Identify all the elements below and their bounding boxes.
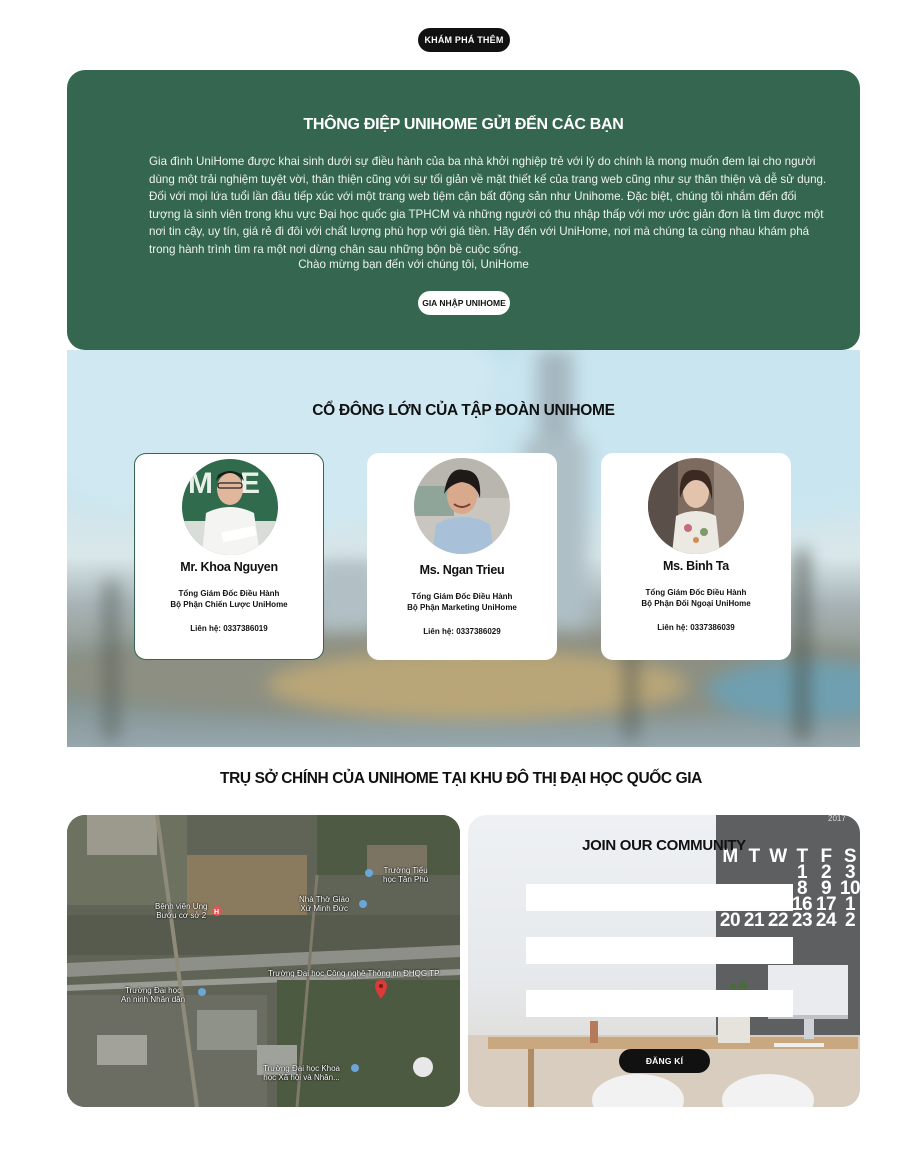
shareholders-title: CỔ ĐÔNG LỚN CỦA TẬP ĐOÀN UNIHOME (312, 402, 615, 419)
shareholder-name: Mr. Khoa Nguyen (180, 560, 278, 574)
role-line: Bộ Phận Đối Ngoại UniHome (641, 599, 751, 608)
explore-more-button[interactable]: KHÁM PHÁ THÊM (418, 28, 510, 52)
map-label: Trường Đại học Công nghệ Thông tin ĐHQG … (268, 969, 440, 978)
calendar-cell: 21 (743, 910, 765, 931)
map-label: Trường Đại học Khoa học Xã hội và Nhân... (263, 1064, 341, 1082)
name-field[interactable] (526, 884, 793, 911)
calendar-cell: 23 (791, 910, 813, 931)
map-label: Trường Tiểu học Tân Phú (383, 866, 429, 884)
role-line: Bộ Phận Marketing UniHome (407, 603, 517, 612)
calendar-cell (718, 865, 742, 881)
shareholder-role: Tổng Giám Đốc Điều Hành Bộ Phận Đối Ngoạ… (601, 587, 791, 609)
calendar-year: 2017 (828, 815, 846, 823)
register-button[interactable]: ĐĂNG KÍ (619, 1049, 710, 1073)
message-panel: THÔNG ĐIỆP UNIHOME GỬI ĐẾN CÁC BẠN Gia đ… (67, 70, 860, 350)
shareholder-role: Tổng Giám Đốc Điều Hành Bộ Phận Marketin… (367, 591, 557, 613)
shareholder-card[interactable]: Ms. Binh Ta Tổng Giám Đốc Điều Hành Bộ P… (601, 453, 791, 660)
calendar-week-row: 20 21 22 23 24 2 (718, 910, 860, 931)
svg-text:H: H (214, 909, 219, 916)
svg-text:E: E (240, 467, 260, 500)
shareholder-card[interactable]: M E Mr. Khoa Nguyen Tổng Giám Đốc Điều H… (134, 453, 324, 660)
shareholders-section: CỔ ĐÔNG LỚN CỦA TẬP ĐOÀN UNIHOME M E Mr.… (67, 350, 860, 747)
headquarters-map[interactable]: H Trường Tiểu học Tân Phú Bệnh viện Ung Bư… (67, 815, 460, 1107)
join-unihome-button[interactable]: GIA NHẬP UNIHOME (418, 291, 510, 315)
message-closing: Chào mừng bạn đến với chúng tôi, UniHome (298, 258, 529, 271)
phone-field[interactable] (526, 990, 793, 1017)
community-panel: 2017 MTWTFS12389101314151617120212223242… (468, 815, 860, 1107)
shareholder-contact: Liên hệ: 0337386019 (190, 624, 268, 633)
role-line: Tổng Giám Đốc Điều Hành (645, 588, 747, 597)
shareholder-role: Tổng Giám Đốc Điều Hành Bộ Phận Chiến Lư… (135, 588, 323, 610)
calendar-cell: 20 (719, 910, 741, 931)
calendar-week-row: 123 (718, 863, 860, 882)
calendar-cell (742, 865, 766, 881)
calendar-cell: 2 (844, 910, 856, 931)
avatar (414, 458, 510, 554)
calendar-cell: 22 (767, 910, 789, 931)
message-body: Gia đình UniHome được khai sinh dưới sự … (149, 155, 827, 256)
calendar-cell (766, 865, 790, 881)
shareholder-contact: Liên hệ: 0337386039 (657, 623, 735, 632)
community-title: JOIN OUR COMMUNITY (582, 837, 746, 854)
avatar: M E (182, 459, 278, 555)
headquarters-title: TRỤ SỞ CHÍNH CỦA UNIHOME TẠI KHU ĐÔ THỊ … (220, 770, 702, 787)
role-line: Bộ Phận Chiến Lược UniHome (170, 600, 288, 609)
svg-text:M: M (188, 467, 213, 500)
map-label: Bệnh viện Ung Bướu cơ sở 2 (155, 902, 208, 920)
avatar (648, 458, 744, 554)
role-line: Tổng Giám Đốc Điều Hành (178, 589, 280, 598)
calendar-cell: 24 (815, 910, 837, 931)
map-label: Trường Đại học An ninh Nhân dân (121, 986, 186, 1004)
shareholder-name: Ms. Binh Ta (663, 559, 729, 573)
shareholder-name: Ms. Ngan Trieu (419, 563, 505, 577)
email-field[interactable] (526, 937, 793, 964)
shareholder-card[interactable]: Ms. Ngan Trieu Tổng Giám Đốc Điều Hành B… (367, 453, 557, 660)
map-label: Nhà Thờ Giáo Xứ Minh Đức (299, 895, 350, 913)
shareholder-contact: Liên hệ: 0337386029 (423, 627, 501, 636)
message-title: THÔNG ĐIỆP UNIHOME GỬI ĐẾN CÁC BẠN (303, 116, 624, 133)
role-line: Tổng Giám Đốc Điều Hành (411, 592, 513, 601)
